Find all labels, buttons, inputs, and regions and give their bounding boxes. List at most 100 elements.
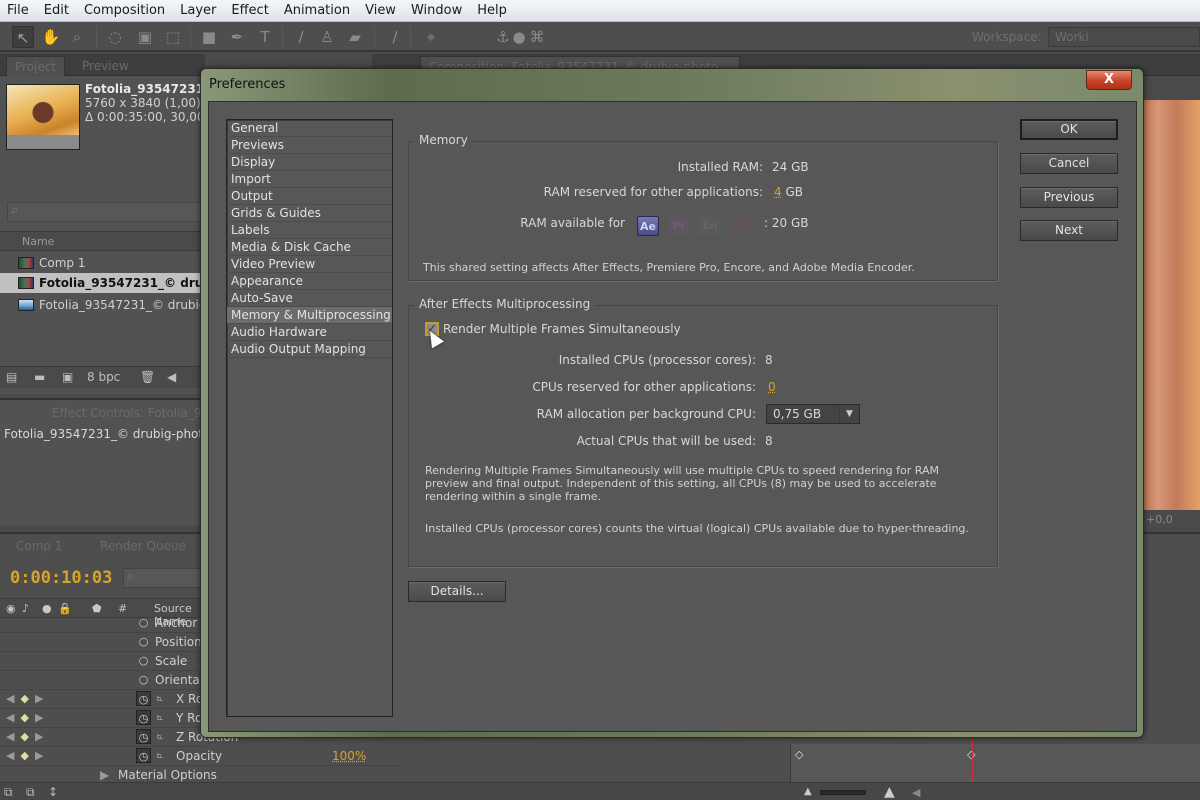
puppet-pin-tool-icon[interactable]: ⌖ [420, 26, 442, 48]
keyframe-navigator[interactable]: ◀◆▶ [6, 749, 49, 762]
brush-tool-icon[interactable]: ∕ [290, 26, 312, 48]
stopwatch-icon[interactable]: ○ [136, 672, 151, 687]
expand-collapse-icon[interactable]: ↕ [48, 785, 58, 799]
scroll-left-icon[interactable]: ◀ [912, 786, 920, 799]
workspace-select[interactable]: Worki [1048, 27, 1200, 47]
property-row[interactable]: ◀◆▶◷⦜X Rotation [0, 690, 238, 709]
zoom-tool-icon[interactable]: ⌕ [66, 26, 88, 48]
stopwatch-icon[interactable]: ◷ [136, 691, 151, 706]
menu-edit[interactable]: Edit [37, 3, 77, 18]
category-audio-output-mapping[interactable]: Audio Output Mapping [227, 341, 392, 358]
current-time-display[interactable]: 0:00:10:03 [10, 568, 112, 588]
keyframe-icon[interactable]: ◇ [795, 748, 803, 761]
stopwatch-icon[interactable]: ○ [136, 634, 151, 649]
cancel-button[interactable]: Cancel [1020, 153, 1118, 174]
toggle-switches-icon[interactable]: ⧉ [4, 785, 13, 800]
menu-animation[interactable]: Animation [277, 3, 358, 18]
property-row[interactable]: ○ Position [0, 633, 205, 652]
property-row[interactable]: ○ Anchor [0, 614, 205, 633]
clone-stamp-tool-icon[interactable]: ♙ [316, 26, 338, 48]
bit-depth-button[interactable]: 8 bpc [87, 370, 120, 384]
menu-window[interactable]: Window [404, 3, 470, 18]
details-button[interactable]: Details... [408, 581, 506, 602]
graph-icon[interactable]: ⦜ [157, 748, 163, 762]
project-item[interactable]: Comp 1 [0, 253, 205, 273]
interpret-footage-icon[interactable]: ▤ [6, 370, 17, 384]
new-folder-icon[interactable]: ▬ [34, 370, 45, 384]
stopwatch-icon[interactable]: ◷ [136, 710, 151, 725]
category-output[interactable]: Output [227, 188, 392, 205]
type-tool-icon[interactable]: T [254, 26, 276, 48]
expand-arrow-icon[interactable]: ▶ [100, 768, 109, 782]
toggle-modes-icon[interactable]: ⧉ [26, 785, 35, 800]
menu-layer[interactable]: Layer [173, 3, 224, 18]
rotation-tool-icon[interactable]: ◌ [104, 26, 126, 48]
scroll-left-icon[interactable]: ◀ [167, 370, 176, 384]
menu-help[interactable]: Help [470, 3, 515, 18]
category-import[interactable]: Import [227, 171, 392, 188]
ram-reserved-value[interactable]: 4 [774, 185, 782, 199]
pen-tool-icon[interactable]: ✒ [226, 26, 248, 48]
rectangle-tool-icon[interactable]: ■ [198, 26, 220, 48]
menu-effect[interactable]: Effect [224, 3, 276, 18]
property-row[interactable]: ◀◆▶ ◷ ⦜ Opacity 100% [0, 747, 400, 766]
property-row[interactable]: ◀◆▶◷⦜Z Rotation [0, 728, 238, 747]
roto-brush-tool-icon[interactable]: ∕ [384, 26, 406, 48]
category-general[interactable]: General [227, 120, 392, 137]
menu-file[interactable]: File [0, 3, 37, 18]
reserved-cpus-value[interactable]: 0 [768, 380, 776, 394]
category-appearance[interactable]: Appearance [227, 273, 392, 290]
stopwatch-icon[interactable]: ◷ [136, 748, 151, 763]
category-labels[interactable]: Labels [227, 222, 392, 239]
graph-icon[interactable]: ⦜ [157, 729, 163, 743]
current-time-indicator[interactable] [972, 740, 973, 782]
timeline-zoom-slider[interactable] [820, 790, 866, 795]
render-multiple-frames-label[interactable]: Render Multiple Frames Simultaneously [443, 322, 681, 336]
keyframe-navigator[interactable]: ◀◆▶ [6, 730, 49, 743]
category-auto-save[interactable]: Auto-Save [227, 290, 392, 307]
stopwatch-icon[interactable]: ○ [136, 615, 151, 630]
view-axis-icon[interactable]: ⌘ [526, 26, 548, 48]
stopwatch-icon[interactable]: ○ [136, 653, 151, 668]
previous-button[interactable]: Previous [1020, 187, 1118, 208]
menu-view[interactable]: View [358, 3, 404, 18]
tab-project[interactable]: Project [6, 56, 66, 76]
project-search-input[interactable]: ⌕ [7, 202, 205, 222]
category-video-preview[interactable]: Video Preview [227, 256, 392, 273]
pan-behind-tool-icon[interactable]: ⬚ [162, 26, 184, 48]
ram-reserved-field[interactable]: 4 GB [774, 185, 803, 199]
hand-tool-icon[interactable]: ✋ [40, 26, 62, 48]
name-column-header[interactable]: Name [0, 231, 205, 251]
selection-tool-icon[interactable]: ↖ [12, 26, 34, 48]
eraser-tool-icon[interactable]: ▰ [344, 26, 366, 48]
category-media-disk-cache[interactable]: Media & Disk Cache [227, 239, 392, 256]
timeline-graph-area[interactable]: ◇ ◇ [790, 740, 1200, 782]
property-row[interactable]: ○ Scale [0, 652, 205, 671]
stopwatch-icon[interactable]: ◷ [136, 729, 151, 744]
ram-per-cpu-select[interactable]: 0,75 GB ▼ [766, 404, 860, 424]
category-previews[interactable]: Previews [227, 137, 392, 154]
opacity-value[interactable]: 100% [332, 749, 366, 763]
menu-composition[interactable]: Composition [77, 3, 173, 18]
keyframe-navigator[interactable]: ◀◆▶ [6, 692, 49, 705]
category-audio-hardware[interactable]: Audio Hardware [227, 324, 392, 341]
new-composition-icon[interactable]: ▣ [62, 370, 73, 384]
camera-tool-icon[interactable]: ▣ [134, 26, 156, 48]
tab-preview[interactable]: Preview [74, 56, 137, 76]
category-memory-multiprocessing[interactable]: Memory & Multiprocessing [227, 307, 392, 324]
close-button[interactable]: X [1086, 70, 1132, 90]
category-display[interactable]: Display [227, 154, 392, 171]
category-grids-guides[interactable]: Grids & Guides [227, 205, 392, 222]
property-row[interactable]: ◀◆▶◷⦜Y Rotation [0, 709, 237, 728]
zoom-in-icon[interactable]: ▲ [884, 784, 895, 800]
project-item[interactable]: Fotolia_93547231_© drubig-photo [0, 273, 205, 293]
property-row[interactable]: ○ Orientation [0, 671, 223, 690]
project-item[interactable]: Fotolia_93547231_© drubig-photo [0, 295, 205, 315]
exposure-value[interactable]: +0,0 [1140, 510, 1200, 532]
reserved-cpus-field[interactable]: 0 [768, 380, 776, 394]
graph-icon[interactable]: ⦜ [157, 710, 163, 724]
keyframe-navigator[interactable]: ◀◆▶ [6, 711, 49, 724]
ok-button[interactable]: OK [1020, 119, 1118, 140]
tab-comp-1[interactable]: Comp 1 [8, 536, 70, 556]
graph-icon[interactable]: ⦜ [157, 691, 163, 705]
